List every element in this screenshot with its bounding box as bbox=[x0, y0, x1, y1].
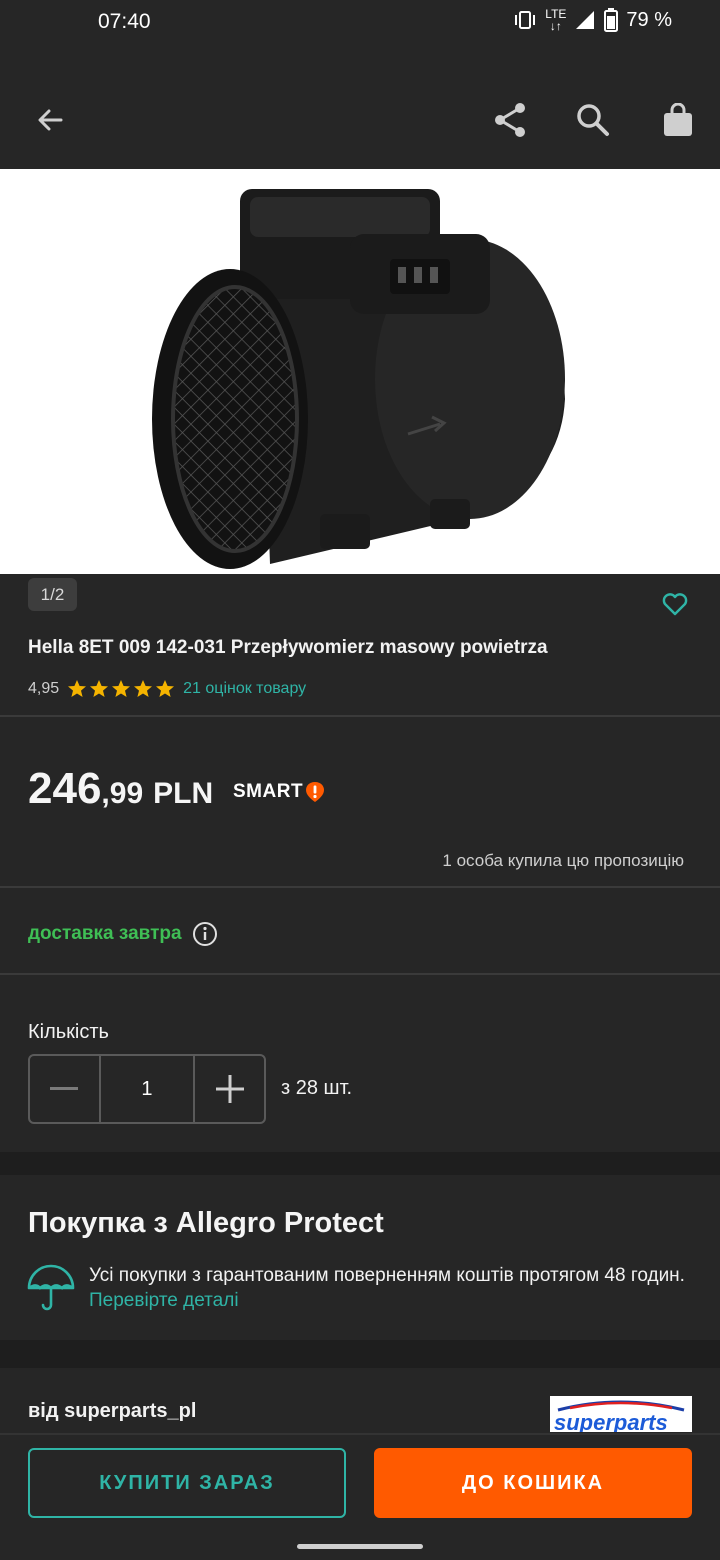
rating-row: 4,95 21 оцінок товару bbox=[28, 679, 306, 699]
image-counter: 1/2 bbox=[28, 578, 77, 611]
product-title: Hella 8ET 009 142-031 Przepływomierz mas… bbox=[28, 637, 548, 658]
protect-description: Усі покупки з гарантованим поверненням к… bbox=[89, 1263, 689, 1313]
protect-details-link[interactable]: Перевірте деталі bbox=[89, 1290, 239, 1311]
divider bbox=[0, 715, 720, 717]
rating-value: 4,95 bbox=[28, 680, 60, 697]
battery-icon bbox=[604, 8, 619, 32]
shopping-bag-icon[interactable] bbox=[654, 96, 702, 144]
quantity-label: Кількість bbox=[28, 1021, 109, 1043]
stock-text: з 28 шт. bbox=[281, 1077, 353, 1099]
section-separator bbox=[0, 1340, 720, 1368]
info-icon[interactable] bbox=[192, 921, 218, 947]
star-icon bbox=[112, 680, 131, 697]
section-separator bbox=[0, 1152, 720, 1175]
price: 246 ,99 PLN bbox=[28, 764, 213, 814]
buyers-count: 1 особа купила цю пропозицію bbox=[442, 851, 684, 870]
minus-icon bbox=[50, 1087, 79, 1090]
star-icon bbox=[68, 680, 87, 697]
smart-label: SMART bbox=[233, 781, 304, 802]
star-icon bbox=[156, 680, 175, 697]
seller-logo-text: superparts bbox=[554, 1410, 668, 1432]
rating-stars bbox=[67, 679, 175, 699]
star-icon bbox=[90, 680, 109, 697]
status-icons: LTE ↓↑ 79 % bbox=[513, 8, 672, 32]
smart-exclamation-icon bbox=[306, 782, 325, 802]
status-bar: 07:40 LTE ↓↑ 79 % bbox=[0, 0, 720, 44]
increase-button[interactable] bbox=[195, 1056, 264, 1122]
buy-now-button[interactable]: КУПИТИ ЗАРАЗ bbox=[28, 1448, 346, 1518]
delivery-info: доставка завтра bbox=[28, 921, 218, 947]
heart-icon[interactable] bbox=[661, 590, 689, 618]
star-icon bbox=[134, 680, 153, 697]
gesture-nav-handle[interactable] bbox=[297, 1544, 423, 1549]
umbrella-icon bbox=[27, 1264, 75, 1311]
seller-logo-image: superparts bbox=[554, 1400, 685, 1432]
divider bbox=[0, 886, 720, 888]
product-photo bbox=[152, 189, 565, 569]
product-image[interactable] bbox=[0, 169, 720, 574]
status-time: 07:40 bbox=[98, 10, 151, 33]
decrease-button[interactable] bbox=[30, 1056, 99, 1122]
seller-name[interactable]: від superparts_pl bbox=[28, 1400, 196, 1423]
vibrate-icon bbox=[513, 10, 537, 30]
lte-icon: LTE ↓↑ bbox=[545, 7, 567, 33]
price-currency: PLN bbox=[153, 777, 214, 810]
quantity-stepper: 1 bbox=[28, 1054, 266, 1124]
signal-icon bbox=[574, 9, 596, 31]
reviews-link[interactable]: 21 оцінок товару bbox=[183, 680, 306, 698]
add-to-cart-button[interactable]: ДО КОШИКА bbox=[374, 1448, 692, 1518]
plus-icon bbox=[215, 1075, 244, 1103]
smart-badge[interactable]: SMART bbox=[233, 781, 325, 803]
protect-text: Усі покупки з гарантованим поверненням к… bbox=[89, 1265, 685, 1286]
quantity-input[interactable]: 1 bbox=[98, 1056, 196, 1122]
battery-percent: 79 % bbox=[626, 8, 672, 31]
protect-title: Покупка з Allegro Protect bbox=[28, 1207, 384, 1239]
divider bbox=[0, 973, 720, 975]
seller-logo[interactable]: superparts bbox=[550, 1396, 692, 1432]
price-decimal: ,99 bbox=[101, 777, 144, 810]
app-bar bbox=[0, 44, 720, 169]
search-icon[interactable] bbox=[569, 96, 617, 144]
share-icon[interactable] bbox=[486, 96, 534, 144]
delivery-text: доставка завтра bbox=[28, 923, 182, 944]
back-arrow-icon[interactable] bbox=[26, 96, 74, 144]
price-integer: 246 bbox=[28, 764, 102, 813]
